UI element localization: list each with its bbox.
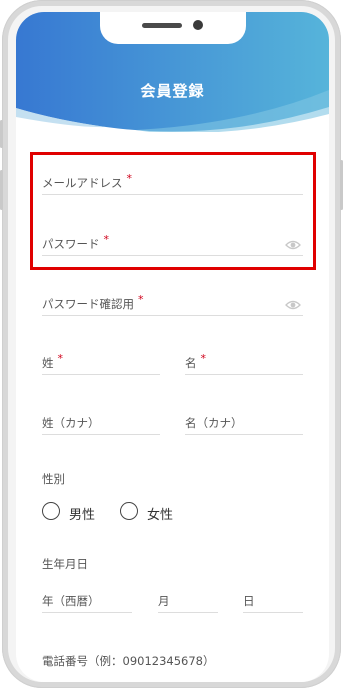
radio-female[interactable]: [120, 502, 138, 520]
required-mark: *: [57, 352, 64, 365]
eye-icon[interactable]: [285, 299, 301, 311]
side-button: [0, 120, 3, 148]
phone-notch: [100, 12, 246, 44]
gender-label: 性別: [42, 472, 65, 486]
required-mark: *: [200, 352, 207, 365]
screen: 会員登録 メールアドレス * パスワード * パスワード確認用 * 姓 * 名 …: [16, 12, 329, 682]
phone-field[interactable]: 電話番号（例：09012345678）: [42, 650, 303, 672]
side-button: [0, 170, 3, 210]
speaker: [142, 23, 182, 28]
last-name-field[interactable]: 姓 *: [42, 352, 160, 375]
phone-frame: 会員登録 メールアドレス * パスワード * パスワード確認用 * 姓 * 名 …: [0, 0, 343, 688]
page-title: 会員登録: [140, 82, 205, 100]
birth-year-label: 年（西暦）: [42, 594, 100, 608]
last-name-label: 姓: [42, 356, 54, 370]
first-name-label: 名: [185, 356, 197, 370]
radio-male[interactable]: [42, 502, 60, 520]
side-button: [340, 160, 343, 210]
highlight-box: [30, 152, 316, 270]
birth-month-label: 月: [158, 594, 170, 608]
first-name-kana-field[interactable]: 名（カナ）: [185, 412, 303, 435]
required-mark: *: [138, 293, 144, 306]
last-name-kana-field[interactable]: 姓（カナ）: [42, 412, 160, 435]
first-name-kana-label: 名（カナ）: [185, 416, 243, 430]
password-confirm-label: パスワード確認用: [42, 297, 134, 311]
radio-female-label[interactable]: 女性: [147, 504, 173, 523]
first-name-field[interactable]: 名 *: [185, 352, 303, 375]
phone-label: 電話番号（例：09012345678）: [42, 654, 215, 668]
camera: [193, 20, 203, 30]
birth-year-select[interactable]: 年（西暦）: [42, 590, 132, 613]
birth-day-label: 日: [243, 594, 255, 608]
radio-male-label[interactable]: 男性: [69, 504, 95, 523]
birth-day-select[interactable]: 日: [243, 590, 303, 613]
header-banner: 会員登録: [16, 12, 329, 132]
password-confirm-field[interactable]: パスワード確認用 *: [42, 293, 303, 316]
last-name-kana-label: 姓（カナ）: [42, 416, 100, 430]
birth-month-select[interactable]: 月: [158, 590, 218, 613]
birthdate-label: 生年月日: [42, 557, 88, 571]
